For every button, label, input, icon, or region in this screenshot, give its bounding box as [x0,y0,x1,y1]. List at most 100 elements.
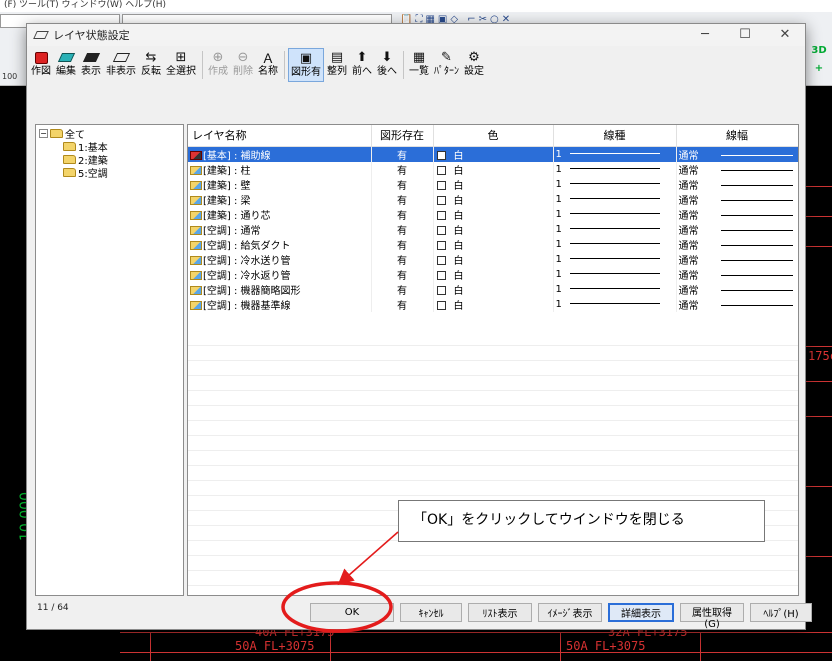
layer-row[interactable]: [空調] : 通常有白 1 通常 [188,221,798,237]
cancel-button[interactable]: ｷｬﾝｾﾙ [400,603,462,622]
tool-new-button[interactable]: ⊕ 作成 [206,48,230,82]
column-header-linewidth[interactable]: 線幅 [676,125,798,147]
layer-linewidth-cell[interactable]: 通常 [676,206,798,222]
close-button[interactable]: ✕ [765,24,805,46]
layer-linetype-cell[interactable]: 1 [553,161,677,177]
layer-row[interactable]: [空調] : 機器簡略図形有白 1 通常 [188,281,798,297]
tool-arrange-button[interactable]: ▤ 整列 [325,48,349,82]
background-3d-label[interactable]: 3D [806,42,832,60]
tool-backward-button[interactable]: ⬇ 後へ [375,48,399,82]
dialog-titlebar[interactable]: レイヤ状態設定 ─ ☐ ✕ [27,24,805,46]
layer-row[interactable]: [基本] : 補助線有白 1 通常 [188,146,798,162]
layer-linetype-cell[interactable]: 1 [553,251,677,267]
layer-linewidth-cell[interactable]: 通常 [676,161,798,177]
layer-name-cell[interactable]: [空調] : 通常 [188,221,372,237]
layer-name-cell[interactable]: [空調] : 機器基準線 [188,296,372,312]
layer-name-cell[interactable]: [空調] : 冷水返り管 [188,266,372,282]
layer-row[interactable]: [建築] : 通り芯有白 1 通常 [188,206,798,222]
layer-color-cell[interactable]: 白 [433,206,554,222]
layer-color-cell[interactable]: 白 [433,266,554,282]
layer-row[interactable]: [空調] : 冷水送り管有白 1 通常 [188,251,798,267]
layer-linetype-cell[interactable]: 1 [553,206,677,222]
tree-item-basic[interactable]: 1:基本 [39,140,180,154]
layer-name-cell[interactable]: [空調] : 機器簡略図形 [188,281,372,297]
layer-row[interactable]: [建築] : 梁有白 1 通常 [188,191,798,207]
tool-list-button[interactable]: ▦ 一覧 [407,48,431,82]
layer-row[interactable]: [空調] : 機器基準線有白 1 通常 [188,296,798,312]
layer-color-cell[interactable]: 白 [433,221,554,237]
image-view-button[interactable]: ｲﾒｰｼﾞ表示 [538,603,602,622]
layer-color-cell[interactable]: 白 [433,161,554,177]
column-header-linetype[interactable]: 線種 [553,125,677,147]
layer-name-cell[interactable]: [建築] : 梁 [188,191,372,207]
layer-linewidth-cell[interactable]: 通常 [676,281,798,297]
ok-button[interactable]: OK [310,603,394,622]
dialog-toolbar: 作図 編集 表示 非表示 ⇆ 反転 ⊞ 全選択 ⊕ 作成 ⊖ 削除 Ａ 名称 ▣… [27,48,487,84]
tree-root-item[interactable]: − 全て [39,127,180,141]
layer-linetype-cell[interactable]: 1 [553,221,677,237]
layer-color-cell[interactable]: 白 [433,146,554,162]
detail-view-button[interactable]: 詳細表示 [608,603,674,622]
layer-color-cell[interactable]: 白 [433,281,554,297]
layer-linetype-cell[interactable]: 1 [553,296,677,312]
layer-row[interactable]: [空調] : 給気ダクト有白 1 通常 [188,236,798,252]
layer-color-cell[interactable]: 白 [433,176,554,192]
layer-name-cell[interactable]: [空調] : 冷水送り管 [188,251,372,267]
tool-edit-button[interactable]: 編集 [54,48,78,82]
layer-linewidth-cell[interactable]: 通常 [676,296,798,312]
tool-select-all-button[interactable]: ⊞ 全選択 [164,48,198,82]
layer-name-cell[interactable]: [建築] : 壁 [188,176,372,192]
layer-row[interactable]: [空調] : 冷水返り管有白 1 通常 [188,266,798,282]
layer-color-cell[interactable]: 白 [433,236,554,252]
tool-invert-button[interactable]: ⇆ 反転 [139,48,163,82]
layer-name-cell[interactable]: [基本] : 補助線 [188,146,372,162]
background-plus-label[interactable]: + [806,60,832,78]
tool-has-shape-button[interactable]: ▣ 図形有 [288,48,324,82]
column-header-name[interactable]: レイヤ名称 [188,125,372,147]
layer-row[interactable]: [建築] : 柱有白 1 通常 [188,161,798,177]
show-icon [82,50,100,65]
layer-linetype-cell[interactable]: 1 [553,146,677,162]
layer-linewidth-cell[interactable]: 通常 [676,266,798,282]
tree-item-architecture[interactable]: 2:建築 [39,153,180,167]
layer-color-cell[interactable]: 白 [433,251,554,267]
tool-settings-button[interactable]: ⚙ 設定 [462,48,486,82]
help-button[interactable]: ﾍﾙﾌﾟ(H) [750,603,812,622]
column-header-color[interactable]: 色 [433,125,554,147]
layer-linewidth-cell[interactable]: 通常 [676,176,798,192]
layer-group-tree[interactable]: − 全て 1:基本 2:建築 5:空調 [35,124,184,596]
layer-linetype-cell[interactable]: 1 [553,176,677,192]
minimize-button[interactable]: ─ [685,24,725,46]
tool-pattern-button[interactable]: ✎ ﾊﾟﾀｰﾝ [432,48,461,82]
list-view-button[interactable]: ﾘｽﾄ表示 [468,603,532,622]
maximize-button[interactable]: ☐ [725,24,765,46]
layer-linewidth-cell[interactable]: 通常 [676,221,798,237]
tool-forward-button[interactable]: ⬆ 前へ [350,48,374,82]
tool-hide-button[interactable]: 非表示 [104,48,138,82]
tool-delete-button[interactable]: ⊖ 削除 [231,48,255,82]
layer-linewidth-cell[interactable]: 通常 [676,191,798,207]
background-right-tools[interactable]: 3D + [806,42,832,82]
layer-linetype-cell[interactable]: 1 [553,191,677,207]
column-header-exists[interactable]: 図形存在 [371,125,434,147]
get-attribute-button[interactable]: 属性取得(G) [680,603,744,630]
tool-rename-button[interactable]: Ａ 名称 [256,48,280,82]
layer-color-cell[interactable]: 白 [433,191,554,207]
layer-name-cell[interactable]: [建築] : 通り芯 [188,206,372,222]
layer-row[interactable]: [建築] : 壁有白 1 通常 [188,176,798,192]
layer-name-cell[interactable]: [建築] : 柱 [188,161,372,177]
tree-item-hvac[interactable]: 5:空調 [39,166,180,180]
tool-create-button[interactable]: 作図 [29,48,53,82]
layer-color-cell[interactable]: 白 [433,296,554,312]
layer-linewidth-cell[interactable]: 通常 [676,251,798,267]
layer-exists-cell: 有 [371,161,434,177]
layer-icon [33,31,49,39]
layer-linewidth-cell[interactable]: 通常 [676,146,798,162]
layer-linetype-cell[interactable]: 1 [553,281,677,297]
layer-name-cell[interactable]: [空調] : 給気ダクト [188,236,372,252]
collapse-icon[interactable]: − [39,129,48,138]
layer-linetype-cell[interactable]: 1 [553,236,677,252]
layer-linetype-cell[interactable]: 1 [553,266,677,282]
layer-linewidth-cell[interactable]: 通常 [676,236,798,252]
tool-show-button[interactable]: 表示 [79,48,103,82]
